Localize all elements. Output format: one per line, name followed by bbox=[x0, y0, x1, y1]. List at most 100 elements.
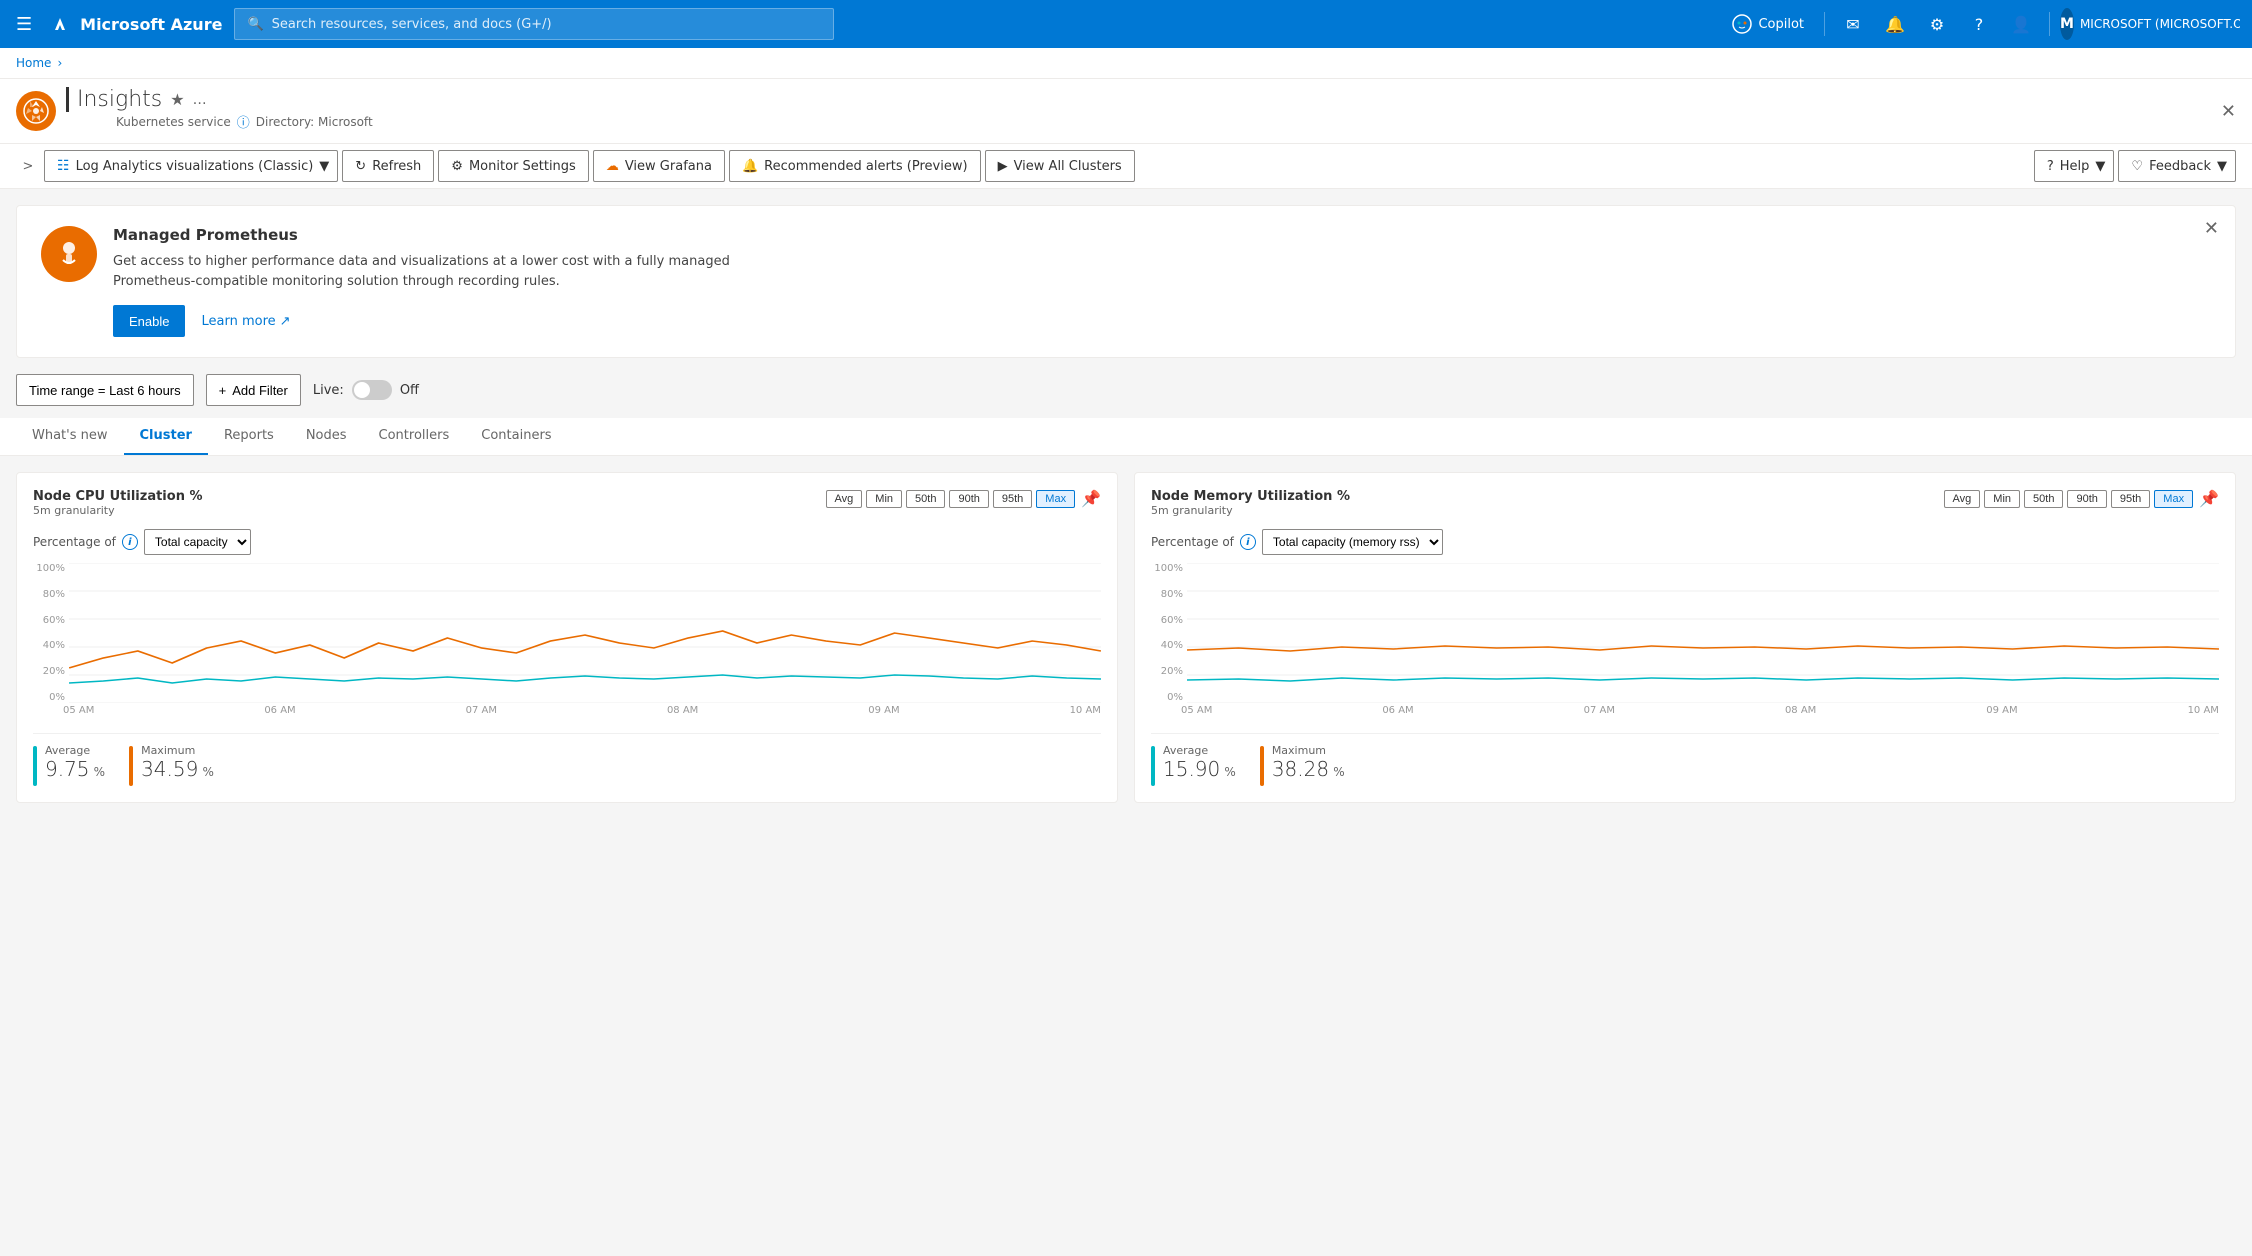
expand-icon[interactable]: > bbox=[16, 154, 40, 178]
service-name: Kubernetes service bbox=[116, 115, 231, 129]
avatar: M bbox=[2060, 8, 2074, 40]
view-all-clusters-button[interactable]: ▶ View All Clusters bbox=[985, 150, 1135, 182]
mail-icon-button[interactable]: ✉ bbox=[1835, 6, 1871, 42]
managed-prometheus-banner: Managed Prometheus Get access to higher … bbox=[16, 205, 2236, 358]
memory-info-icon[interactable]: i bbox=[1240, 534, 1256, 550]
cpu-max-button[interactable]: Max bbox=[1036, 490, 1075, 508]
memory-avg-value-row: 15.90 % bbox=[1163, 757, 1236, 781]
memory-min-button[interactable]: Min bbox=[1984, 490, 2020, 508]
more-options-icon[interactable]: … bbox=[193, 92, 207, 108]
memory-50th-button[interactable]: 50th bbox=[2024, 490, 2063, 508]
toolbar: > ☷ Log Analytics visualizations (Classi… bbox=[0, 144, 2252, 189]
cpu-x-labels: 05 AM 06 AM 07 AM 08 AM 09 AM 10 AM bbox=[33, 705, 1101, 716]
view-label: Log Analytics visualizations (Classic) bbox=[76, 159, 314, 174]
view-selector[interactable]: ☷ Log Analytics visualizations (Classic)… bbox=[44, 150, 338, 182]
monitor-settings-icon: ⚙ bbox=[451, 159, 463, 174]
hamburger-menu[interactable]: ☰ bbox=[12, 10, 36, 39]
charts-area: Node CPU Utilization % 5m granularity Av… bbox=[0, 456, 2252, 819]
kubernetes-icon bbox=[22, 97, 50, 125]
close-button[interactable]: ✕ bbox=[2221, 101, 2236, 122]
cpu-avg-legend-text: Average 9.75 % bbox=[45, 744, 105, 781]
memory-max-button[interactable]: Max bbox=[2154, 490, 2193, 508]
memory-chart-header: Node Memory Utilization % 5m granularity… bbox=[1151, 489, 2219, 525]
refresh-button[interactable]: ↻ Refresh bbox=[342, 150, 434, 182]
cpu-avg-legend: Average 9.75 % bbox=[33, 744, 105, 786]
cpu-percentage-row: Percentage of i Total capacity bbox=[33, 529, 1101, 555]
feedback-button[interactable]: ♡ Feedback ▼ bbox=[2118, 150, 2236, 182]
toolbar-right: ? Help ▼ ♡ Feedback ▼ bbox=[2034, 150, 2236, 182]
cpu-pin-icon[interactable]: 📌 bbox=[1081, 489, 1101, 508]
memory-avg-legend: Average 15.90 % bbox=[1151, 744, 1236, 786]
banner-actions: Enable Learn more ↗ bbox=[113, 305, 2211, 337]
alerts-icon: 🔔 bbox=[742, 159, 758, 174]
live-off-label: Off bbox=[400, 383, 419, 398]
refresh-label: Refresh bbox=[372, 159, 421, 174]
memory-x-labels: 05 AM 06 AM 07 AM 08 AM 09 AM 10 AM bbox=[1151, 705, 2219, 716]
cpu-info-icon[interactable]: i bbox=[122, 534, 138, 550]
banner-close-button[interactable]: ✕ bbox=[2204, 218, 2219, 239]
account-button[interactable]: M MICROSOFT (MICROSOFT.ONMI...) bbox=[2060, 8, 2240, 40]
time-range-filter[interactable]: Time range = Last 6 hours bbox=[16, 374, 194, 406]
settings-icon-button[interactable]: ⚙ bbox=[1919, 6, 1955, 42]
service-icon bbox=[16, 91, 56, 131]
feedback-icon-button[interactable]: 👤 bbox=[2003, 6, 2039, 42]
memory-chart-card: Node Memory Utilization % 5m granularity… bbox=[1134, 472, 2236, 803]
memory-max-legend-color bbox=[1260, 746, 1264, 786]
feedback-icon: ♡ bbox=[2131, 159, 2143, 174]
cpu-50th-button[interactable]: 50th bbox=[906, 490, 945, 508]
recommended-alerts-label: Recommended alerts (Preview) bbox=[764, 159, 967, 174]
help-icon-button[interactable]: ? bbox=[1961, 6, 1997, 42]
favorite-icon[interactable]: ★ bbox=[170, 90, 184, 109]
enable-button[interactable]: Enable bbox=[113, 305, 185, 337]
cpu-percentage-select[interactable]: Total capacity bbox=[144, 529, 251, 555]
memory-percentage-select[interactable]: Total capacity (memory rss) bbox=[1262, 529, 1443, 555]
page-title: Insights bbox=[66, 87, 162, 112]
cpu-90th-button[interactable]: 90th bbox=[949, 490, 988, 508]
memory-avg-button[interactable]: Avg bbox=[1944, 490, 1981, 508]
refresh-icon: ↻ bbox=[355, 159, 366, 174]
cpu-min-button[interactable]: Min bbox=[866, 490, 902, 508]
cpu-avg-legend-color bbox=[33, 746, 37, 786]
cpu-max-legend: Maximum 34.59 % bbox=[129, 744, 214, 786]
tab-nodes[interactable]: Nodes bbox=[290, 418, 363, 455]
learn-more-link[interactable]: Learn more ↗ bbox=[201, 314, 290, 329]
nav-right-section: Copilot ✉ 🔔 ⚙ ? 👤 M MICROSOFT (MICROSOFT… bbox=[1722, 6, 2240, 42]
memory-pin-icon[interactable]: 📌 bbox=[2199, 489, 2219, 508]
tab-whats-new[interactable]: What's new bbox=[16, 418, 124, 455]
add-filter-icon: + bbox=[219, 383, 227, 398]
live-label: Live: bbox=[313, 383, 344, 398]
toggle-knob bbox=[354, 382, 370, 398]
breadcrumb-separator: › bbox=[57, 56, 62, 70]
cpu-chart-title: Node CPU Utilization % bbox=[33, 489, 203, 504]
cpu-95th-button[interactable]: 95th bbox=[993, 490, 1032, 508]
recommended-alerts-button[interactable]: 🔔 Recommended alerts (Preview) bbox=[729, 150, 981, 182]
copilot-button[interactable]: Copilot bbox=[1722, 10, 1814, 38]
memory-95th-button[interactable]: 95th bbox=[2111, 490, 2150, 508]
tab-controllers[interactable]: Controllers bbox=[363, 418, 466, 455]
help-label: Help bbox=[2060, 159, 2090, 174]
tab-cluster[interactable]: Cluster bbox=[124, 418, 208, 455]
breadcrumb: Home › bbox=[0, 48, 2252, 79]
notifications-icon-button[interactable]: 🔔 bbox=[1877, 6, 1913, 42]
memory-percentage-label: Percentage of bbox=[1151, 535, 1234, 549]
azure-logo: Microsoft Azure bbox=[48, 12, 222, 36]
azure-logo-text: Microsoft Azure bbox=[80, 15, 222, 34]
search-icon: 🔍 bbox=[247, 17, 263, 32]
cpu-chart-controls: Avg Min 50th 90th 95th Max bbox=[826, 490, 1076, 508]
view-grafana-button[interactable]: ☁ View Grafana bbox=[593, 150, 725, 182]
home-link[interactable]: Home bbox=[16, 56, 51, 70]
monitor-settings-button[interactable]: ⚙ Monitor Settings bbox=[438, 150, 589, 182]
add-filter-button[interactable]: + Add Filter bbox=[206, 374, 301, 406]
global-search[interactable]: 🔍 Search resources, services, and docs (… bbox=[234, 8, 834, 40]
cpu-max-legend-color bbox=[129, 746, 133, 786]
cpu-y-labels: 100% 80% 60% 40% 20% 0% bbox=[33, 563, 69, 703]
tab-containers[interactable]: Containers bbox=[465, 418, 567, 455]
info-icon[interactable]: ⓘ bbox=[237, 112, 250, 131]
tab-reports[interactable]: Reports bbox=[208, 418, 290, 455]
help-button[interactable]: ? Help ▼ bbox=[2034, 150, 2115, 182]
directory-label: Directory: Microsoft bbox=[256, 115, 373, 129]
cpu-avg-button[interactable]: Avg bbox=[826, 490, 863, 508]
live-toggle-switch[interactable] bbox=[352, 380, 392, 400]
view-grafana-label: View Grafana bbox=[625, 159, 712, 174]
memory-90th-button[interactable]: 90th bbox=[2067, 490, 2106, 508]
